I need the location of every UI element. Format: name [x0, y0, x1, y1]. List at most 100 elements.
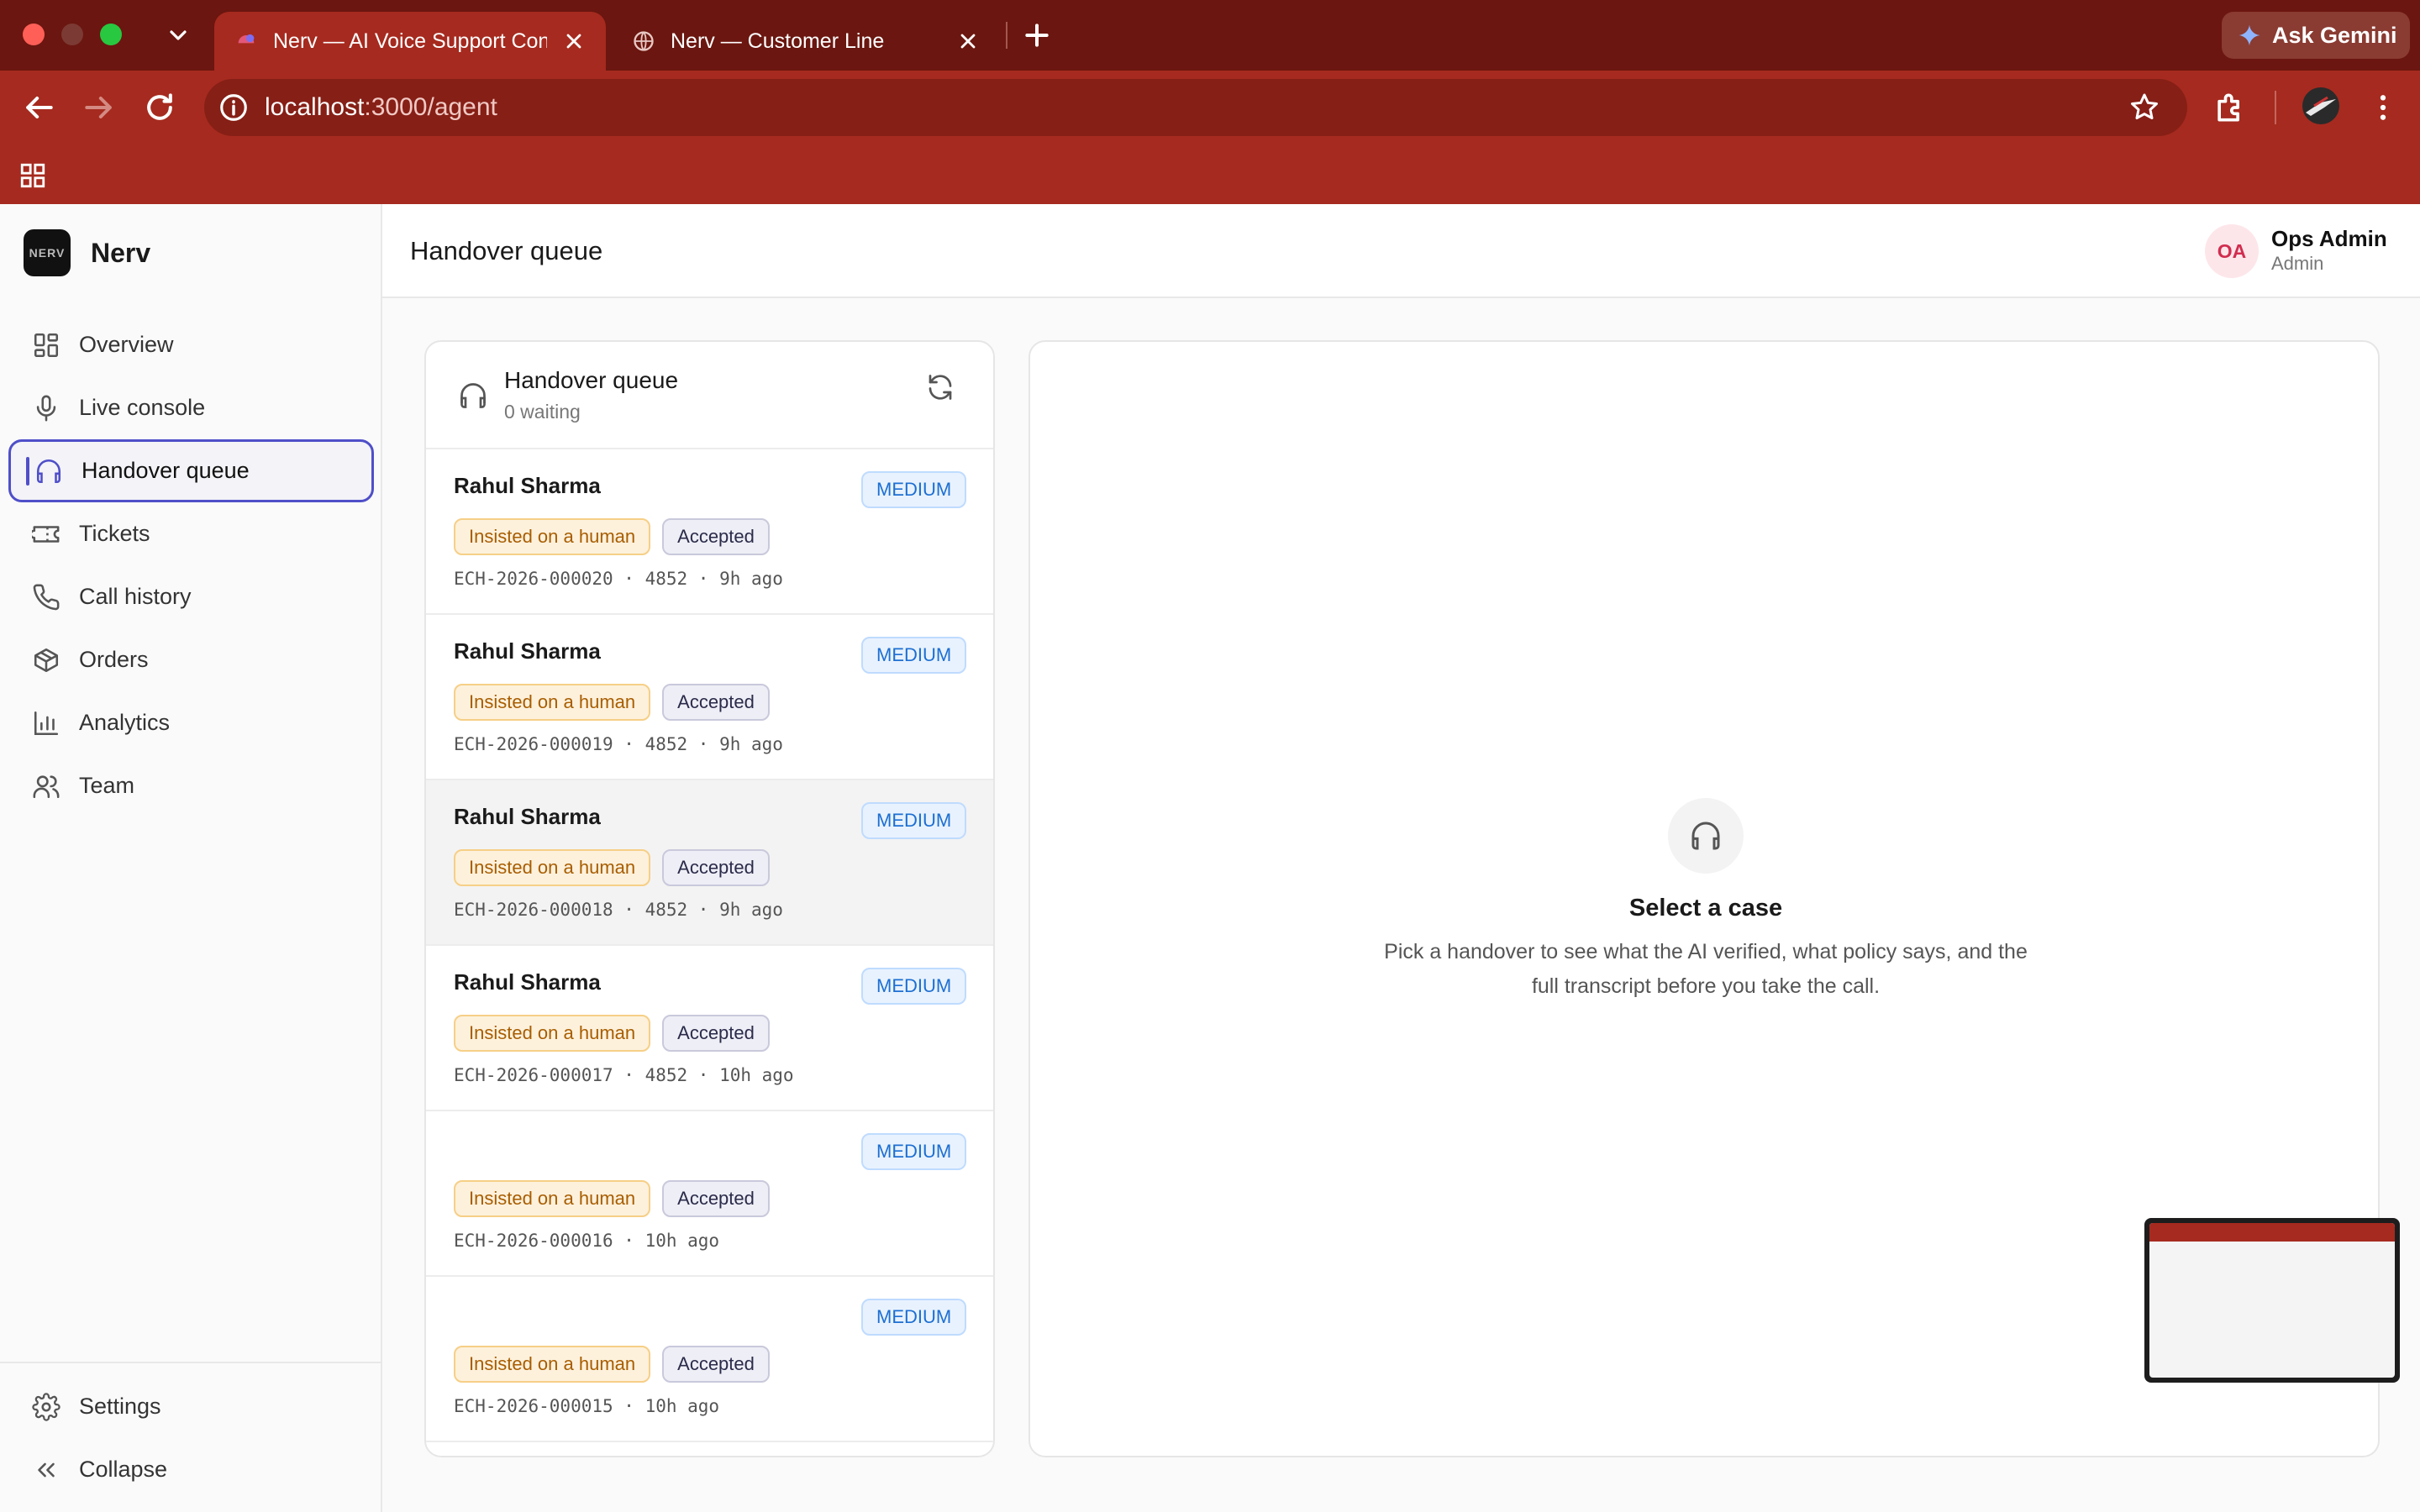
handover-queue-panel: Handover queue 0 waiting Rahul Sharma ME… [424, 340, 995, 1457]
sidebar-item-collapse[interactable]: Collapse [8, 1438, 374, 1501]
headphones-icon [460, 383, 486, 408]
gear-icon [32, 1392, 60, 1421]
address-bar[interactable]: localhost:3000/agent [204, 79, 2187, 136]
status-badge: Accepted [662, 1015, 770, 1052]
page-title: Handover queue [410, 236, 603, 265]
sidebar-item-orders[interactable]: Orders [8, 628, 374, 691]
status-badge: Accepted [662, 518, 770, 555]
queue-row[interactable]: MEDIUM Insisted on a human Accepted ECH-2… [426, 1277, 993, 1442]
sidebar-item-live-console[interactable]: Live console [8, 376, 374, 439]
tab-strip: Nerv — AI Voice Support Con Nerv — Custo… [0, 0, 2420, 71]
sidebar-bottom: Settings Collapse [8, 1375, 374, 1501]
reason-badge: Insisted on a human [454, 518, 651, 555]
empty-state-description: Pick a handover to see what the AI verif… [1384, 940, 2028, 998]
user-name[interactable]: Ops Admin [2271, 226, 2387, 252]
url-host: localhost [265, 93, 365, 121]
sidebar-item-label: Orders [79, 647, 149, 672]
empty-state-icon-wrap [1668, 798, 1744, 874]
sidebar-item-call-history[interactable]: Call history [8, 565, 374, 628]
refresh-icon[interactable] [925, 372, 955, 402]
sidebar-nav: Overview Live console Handover queue Tic… [8, 313, 374, 817]
queue-row[interactable]: Rahul Sharma MEDIUM Insisted on a human A… [426, 449, 993, 615]
thumbnail-preview [2149, 1223, 2395, 1378]
queue-title: Handover queue [504, 367, 679, 393]
back-arrow-icon[interactable] [20, 89, 57, 126]
queue-row[interactable]: MEDIUM Insisted on a human Accepted ECH-2… [426, 1111, 993, 1277]
minimize-window-button[interactable] [61, 24, 83, 45]
queue-row[interactable]: Rahul Sharma MEDIUM Insisted on a human A… [426, 946, 993, 1111]
queue-row[interactable]: Rahul Sharma MEDIUM Insisted on a human A… [426, 615, 993, 780]
status-badge: Accepted [662, 849, 770, 886]
sidebar-item-handover-queue[interactable]: Handover queue [8, 439, 374, 502]
site-info-icon[interactable] [218, 92, 250, 123]
headphones-icon [1691, 822, 1720, 850]
page-header: Handover queue OA Ops Admin Admin [382, 204, 2420, 298]
sidebar-item-team[interactable]: Team [8, 754, 374, 817]
sidebar-item-label: Live console [79, 395, 206, 420]
sidebar-item-label: Collapse [79, 1457, 168, 1482]
tab-title: Nerv — AI Voice Support Con [273, 29, 547, 53]
sidebar-item-label: Analytics [79, 710, 171, 735]
sidebar-item-label: Team [79, 773, 135, 798]
forward-arrow-icon[interactable] [81, 89, 118, 126]
sidebar-item-label: Tickets [79, 521, 150, 546]
nerv-logo: NERV [24, 229, 71, 276]
url-path: :3000/agent [364, 93, 497, 121]
priority-badge: MEDIUM [861, 471, 967, 508]
customer-name: Rahul Sharma [454, 804, 601, 829]
nerv-favicon-icon [238, 34, 255, 44]
priority-badge: MEDIUM [861, 802, 967, 839]
tab-search-chevron-icon[interactable] [165, 18, 192, 52]
status-badge: Accepted [662, 1180, 770, 1217]
sidebar-item-overview[interactable]: Overview [8, 313, 374, 376]
gemini-sparkle-icon [2238, 24, 2260, 46]
customer-name: Rahul Sharma [454, 638, 601, 664]
reason-badge: Insisted on a human [454, 1346, 651, 1383]
tab-active[interactable]: Nerv — AI Voice Support Con [214, 12, 606, 71]
maximize-window-button[interactable] [100, 24, 122, 45]
queue-row[interactable]: Rahul Sharma MEDIUM Insisted on a human A… [426, 780, 993, 946]
close-tab-icon[interactable] [956, 29, 980, 53]
sidebar-item-settings[interactable]: Settings [8, 1375, 374, 1438]
priority-badge: MEDIUM [861, 637, 967, 674]
tab-title: Nerv — Customer Line [671, 29, 885, 53]
bookmark-star-icon[interactable] [2128, 91, 2161, 124]
screen-share-thumbnail[interactable] [2144, 1218, 2400, 1383]
grid-icon [34, 333, 59, 357]
sidebar-item-tickets[interactable]: Tickets [8, 502, 374, 565]
reason-badge: Insisted on a human [454, 684, 651, 721]
sidebar: NERV Nerv Overview Live console Handover… [0, 204, 382, 1512]
more-vert-icon[interactable] [2366, 89, 2400, 126]
user-avatar[interactable]: OA [2205, 224, 2259, 278]
mic-icon [36, 395, 56, 421]
reason-badge: Insisted on a human [454, 1015, 651, 1052]
customer-name: Rahul Sharma [454, 473, 601, 498]
bar-chart-icon [34, 711, 59, 735]
user-role: Admin [2271, 253, 2324, 274]
ticket-icon [32, 525, 60, 543]
case-meta: ECH-2026-000020 · 4852 · 9h ago [454, 569, 783, 589]
reload-icon[interactable] [141, 89, 178, 126]
tab-inactive[interactable]: Nerv — Customer Line [612, 12, 1000, 71]
case-meta: ECH-2026-000016 · 10h ago [454, 1231, 720, 1251]
globe-icon [634, 31, 654, 51]
close-tab-icon[interactable] [562, 29, 586, 53]
new-tab-plus-icon[interactable] [1020, 18, 1054, 52]
apps-grid-icon[interactable] [18, 161, 47, 190]
close-window-button[interactable] [23, 24, 45, 45]
sidebar-item-analytics[interactable]: Analytics [8, 691, 374, 754]
extensions-puzzle-icon[interactable] [2212, 89, 2249, 126]
url-text: localhost:3000/agent [265, 79, 497, 136]
case-meta: ECH-2026-000019 · 4852 · 9h ago [454, 734, 783, 754]
package-icon [34, 648, 59, 672]
priority-badge: MEDIUM [861, 968, 967, 1005]
priority-badge: MEDIUM [861, 1133, 967, 1170]
status-badge: Accepted [662, 684, 770, 721]
brand-name: Nerv [91, 237, 151, 268]
customer-name: Rahul Sharma [454, 969, 601, 995]
profile-avatar[interactable] [2302, 87, 2339, 124]
users-icon [33, 774, 60, 798]
case-meta: ECH-2026-000017 · 4852 · 10h ago [454, 1065, 794, 1085]
ask-gemini-button[interactable]: Ask Gemini [2222, 12, 2410, 59]
brand[interactable]: NERV Nerv [24, 229, 150, 276]
